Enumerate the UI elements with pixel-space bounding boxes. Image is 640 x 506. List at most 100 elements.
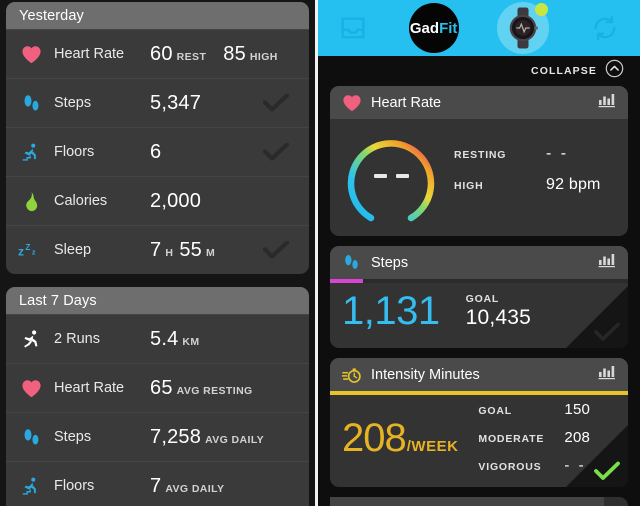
summary-card-title: Yesterday (19, 7, 84, 24)
stat-row-heart-rate-avg[interactable]: Heart Rate 65 AVG RESTING (6, 363, 309, 412)
stat-goal: GOAL 150 (478, 401, 616, 418)
stat-row-floors-avg[interactable]: Floors 7 AVG DAILY (6, 461, 309, 506)
stat-key: GOAL (478, 405, 512, 417)
completed-check-icon (262, 93, 290, 112)
stat-label: Heart Rate (54, 380, 125, 396)
stat-unit-minutes: M (205, 246, 216, 259)
metric-card-header (330, 496, 604, 506)
heart-icon (17, 379, 45, 398)
dash-glyph (373, 174, 387, 178)
app-topbar: Gad Fit (318, 0, 640, 56)
stat-row-runs[interactable]: 2 Runs 5.4 KM (6, 314, 309, 363)
steps-value: 1,131 (342, 289, 440, 333)
completed-check-icon (262, 142, 290, 161)
collapse-label: COLLAPSE (531, 65, 597, 77)
heart-rate-gauge (340, 126, 442, 226)
stat-value-minutes: 55 (179, 238, 202, 261)
sync-status-dot (535, 3, 549, 16)
stat-value: 65 (150, 376, 173, 399)
heart-rate-stats: RESTING - - HIGH 92 bpm (454, 145, 616, 207)
summary-card-header: Last 7 Days (6, 287, 309, 314)
metric-cards-area: Heart Rate RESTING - - HIGH 92 bpm Steps… (318, 86, 640, 506)
stat-values: 7 AVG DAILY (150, 475, 309, 498)
stat-row-floors[interactable]: Floors 6 (6, 127, 309, 176)
metric-card-next-peek[interactable] (330, 496, 628, 506)
stat-row-heart-rate[interactable]: Heart Rate 60 REST 85 HIGH (6, 29, 309, 78)
stat-unit: REST (176, 50, 207, 63)
stat-key: MODERATE (478, 433, 545, 445)
intensity-value: 208 (342, 416, 407, 461)
stat-unit: AVG DAILY (165, 482, 225, 495)
stat-label: Calories (54, 193, 108, 209)
stat-unit: KM (182, 335, 200, 348)
stat-unit: AVG RESTING (176, 384, 253, 397)
heart-icon (342, 94, 364, 112)
app-screenshot: Yesterday Heart Rate 60 REST 85 HIGH Ste… (0, 0, 640, 506)
bar-chart-icon[interactable] (598, 252, 616, 273)
stat-unit: AVG DAILY (205, 433, 265, 446)
brand-name-part1: Gad (409, 19, 440, 37)
collapse-bar[interactable]: COLLAPSE (318, 56, 640, 86)
completed-check-icon (262, 240, 290, 259)
bar-chart-icon[interactable] (598, 364, 616, 385)
stat-values: 2,000 (150, 190, 309, 213)
stat-row-steps[interactable]: Steps 5,347 (6, 78, 309, 127)
stat-label: 2 Runs (54, 331, 100, 347)
stat-value: 2,000 (150, 189, 202, 212)
svg-text:z: z (32, 248, 36, 257)
stat-value: 60 (150, 42, 173, 65)
inbox-icon[interactable] (336, 11, 370, 45)
stat-key: HIGH (454, 180, 484, 192)
running-icon (17, 329, 45, 350)
brand-name-part2: Fit (439, 19, 458, 37)
bar-chart-icon[interactable] (598, 92, 616, 113)
sleep-zzz-icon: zZz (17, 241, 45, 259)
stat-row-calories[interactable]: Calories 2,000 (6, 176, 309, 225)
metric-card-heart-rate[interactable]: Heart Rate RESTING - - HIGH 92 bpm (330, 86, 628, 236)
intensity-value-suffix: /WEEK (406, 438, 459, 456)
stat-value: 10,435 (465, 306, 532, 329)
metric-card-body: RESTING - - HIGH 92 bpm (330, 119, 628, 236)
footsteps-icon (17, 93, 45, 114)
floors-icon (17, 142, 45, 163)
svg-text:Z: Z (25, 242, 30, 252)
footsteps-icon (342, 253, 364, 272)
stat-values: 5.4 KM (150, 328, 309, 351)
stat-row-steps-avg[interactable]: Steps 7,258 AVG DAILY (6, 412, 309, 461)
summary-card-yesterday: Yesterday Heart Rate 60 REST 85 HIGH Ste… (6, 2, 309, 274)
heart-rate-gauge-value (340, 174, 442, 178)
stat-label: Steps (54, 429, 92, 445)
metric-card-header: Steps (330, 246, 628, 279)
chevron-up-circle-icon[interactable] (605, 59, 624, 83)
gadfit-app-panel: Gad Fit COLLAPSE Heart Rate RESTING - - … (318, 0, 640, 506)
metric-card-intensity-minutes[interactable]: Intensity Minutes 208/WEEK GOAL 150 MODE… (330, 358, 628, 487)
stat-value: 92 bpm (546, 176, 601, 193)
metric-card-steps[interactable]: Steps 1,131 GOAL 10,435 (330, 246, 628, 348)
summary-card-title: Last 7 Days (19, 292, 97, 309)
stat-key: VIGOROUS (478, 461, 542, 473)
summary-card-last-7-days: Last 7 Days 2 Runs 5.4 KM Heart Rate 65 (6, 287, 309, 506)
stat-value: 150 (564, 401, 591, 418)
summary-card-header: Yesterday (6, 2, 309, 29)
smartwatch-avatar[interactable] (497, 2, 550, 54)
svg-text:z: z (18, 245, 24, 259)
stat-resting: RESTING - - (454, 145, 616, 163)
stat-row-sleep[interactable]: zZz Sleep 7 H 55 M (6, 225, 309, 274)
summary-panel: Yesterday Heart Rate 60 REST 85 HIGH Ste… (0, 0, 315, 506)
metric-card-title: Heart Rate (371, 94, 442, 111)
completed-check-icon (593, 461, 621, 481)
metric-card-header: Heart Rate (330, 86, 628, 119)
stat-unit-hours: H (165, 246, 174, 259)
intensity-value-group: 208/WEEK (342, 416, 458, 461)
stopwatch-icon (342, 366, 364, 384)
heart-icon (17, 45, 45, 64)
brand-logo[interactable]: Gad Fit (408, 3, 459, 53)
completed-check-icon (593, 322, 621, 342)
stat-key: RESTING (454, 149, 507, 161)
stat-value: 7,258 (150, 425, 202, 448)
stat-values: 60 REST 85 HIGH (150, 43, 309, 66)
sync-icon[interactable] (588, 11, 622, 45)
stat-label: Heart Rate (54, 46, 125, 62)
stat-label: Steps (54, 95, 92, 111)
stat-value: - - (546, 145, 569, 162)
